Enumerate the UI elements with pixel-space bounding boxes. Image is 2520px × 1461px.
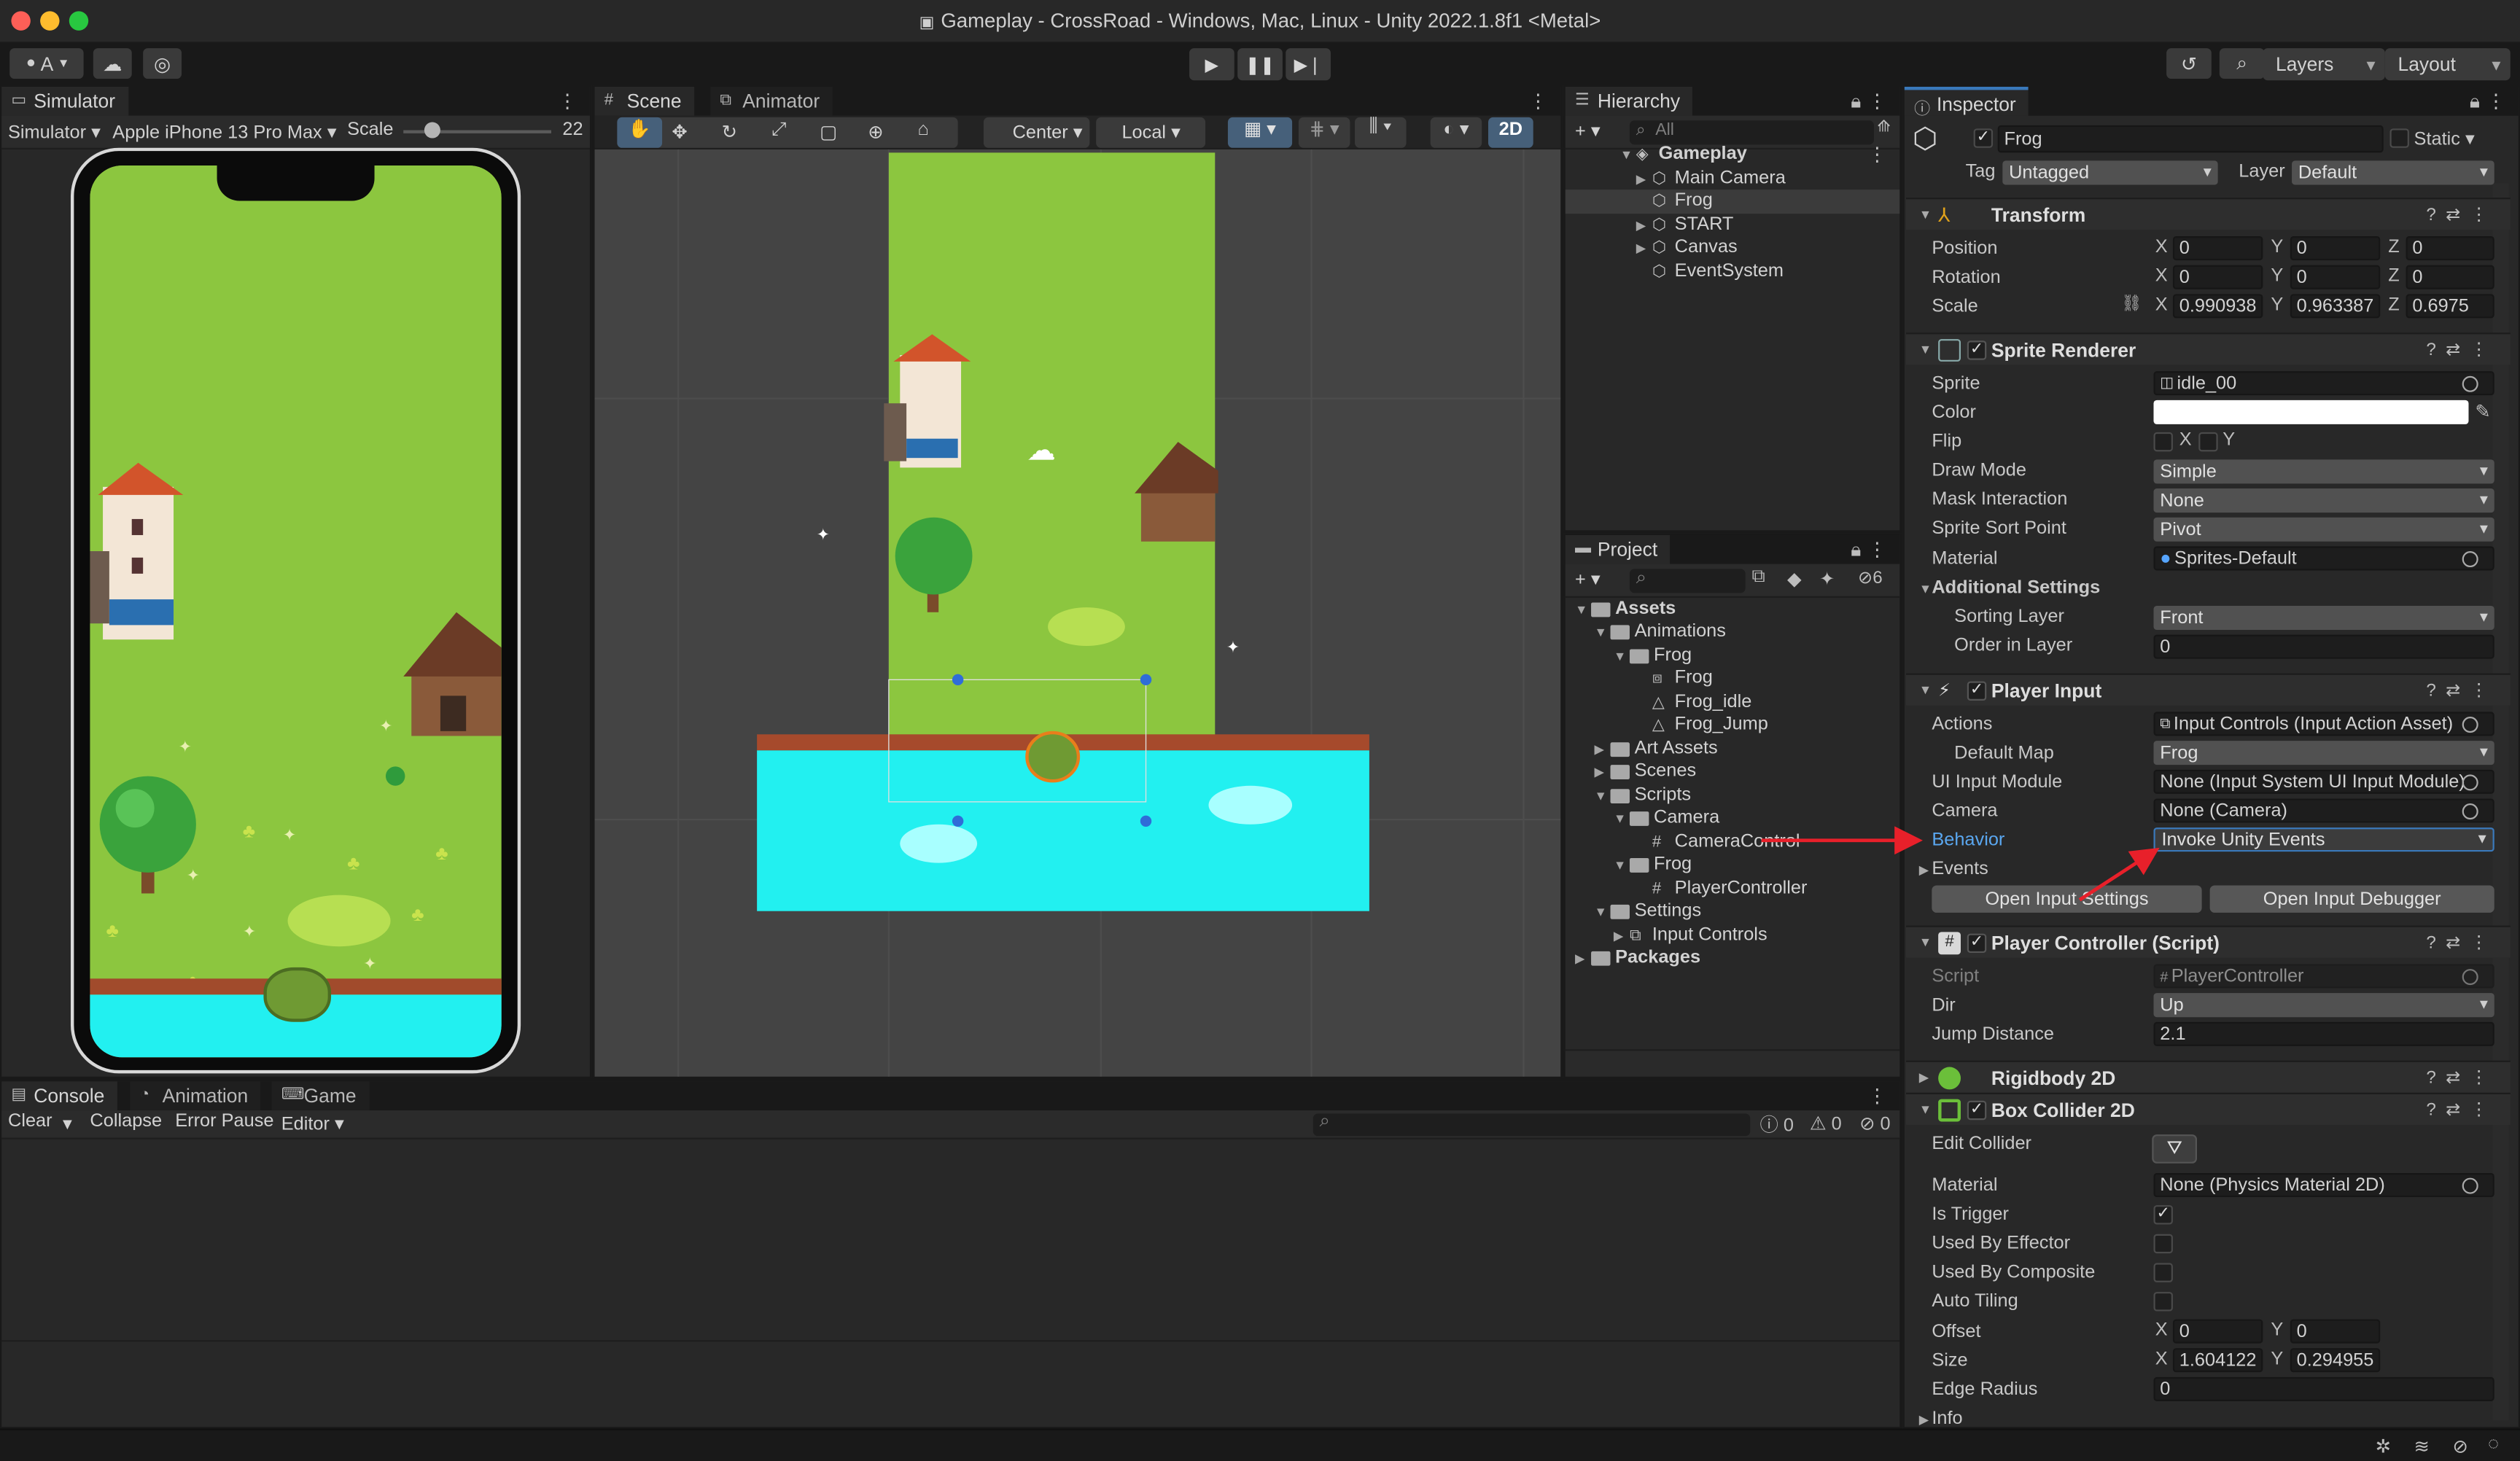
arrow-to-behavior-dropdown <box>2078 847 2160 902</box>
stack-icon[interactable]: ≋ <box>2414 1435 2430 1457</box>
network-icon[interactable]: ⊘ <box>2452 1435 2468 1457</box>
annotation-arrows <box>1761 826 2160 902</box>
status-bar: ✲ ≋ ⊘ ◌ <box>0 1428 2520 1461</box>
debug-icon[interactable]: ✲ <box>2376 1435 2391 1457</box>
progress-icon[interactable]: ◌ <box>2488 1435 2499 1454</box>
